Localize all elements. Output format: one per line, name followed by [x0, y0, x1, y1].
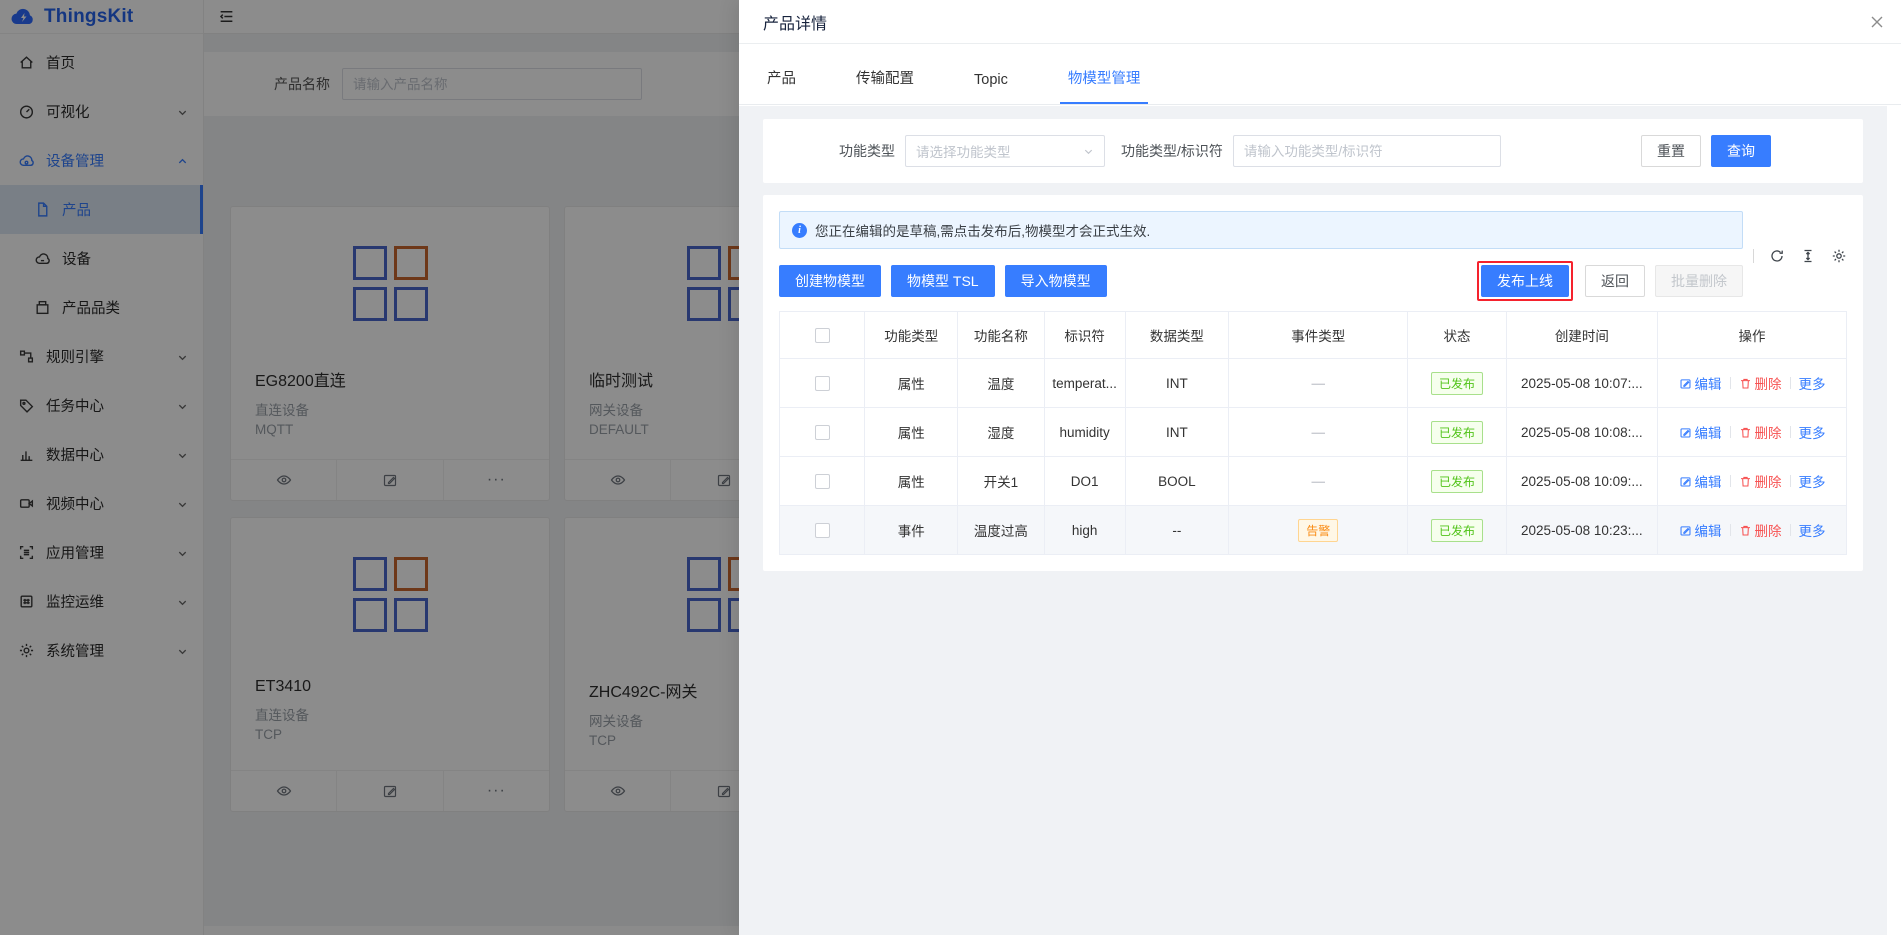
- select-all-checkbox[interactable]: [815, 328, 830, 343]
- model-tsl-button[interactable]: 物模型 TSL: [891, 265, 995, 297]
- delete-link[interactable]: 删除: [1739, 422, 1782, 442]
- col-status: 状态: [1408, 312, 1506, 359]
- thing-model-table: 功能类型 功能名称 标识符 数据类型 事件类型 状态 创建时间 操作 属性 温: [779, 311, 1847, 555]
- more-link[interactable]: 更多: [1799, 520, 1826, 540]
- chevron-down-icon: [1083, 146, 1094, 157]
- status-badge: 已发布: [1431, 470, 1483, 493]
- delete-link[interactable]: 删除: [1739, 373, 1782, 393]
- edit-icon: [1679, 426, 1692, 439]
- publish-online-button[interactable]: 发布上线: [1481, 265, 1569, 297]
- keyword-input[interactable]: [1233, 135, 1501, 167]
- col-created: 创建时间: [1506, 312, 1658, 359]
- empty-dash: —: [1312, 425, 1326, 440]
- table-row: 事件 温度过高 high -- 告警 已发布 2025-05-08 10:23:…: [780, 506, 1847, 555]
- delete-link[interactable]: 删除: [1739, 471, 1782, 491]
- draft-alert: i 您正在编辑的是草稿,需点击发布后,物模型才会正式生效.: [779, 211, 1743, 249]
- drawer-header: 产品详情: [739, 0, 1901, 44]
- status-badge: 已发布: [1431, 372, 1483, 395]
- more-link[interactable]: 更多: [1799, 373, 1826, 393]
- table-row: 属性 温度 temperat... INT — 已发布 2025-05-08 1…: [780, 359, 1847, 408]
- col-actions: 操作: [1658, 312, 1847, 359]
- edit-link[interactable]: 编辑: [1679, 471, 1722, 491]
- tab-product[interactable]: 产品: [763, 67, 800, 104]
- table-row: 属性 湿度 humidity INT — 已发布 2025-05-08 10:0…: [780, 408, 1847, 457]
- table-header-row: 功能类型 功能名称 标识符 数据类型 事件类型 状态 创建时间 操作: [780, 312, 1847, 359]
- empty-dash: —: [1312, 376, 1326, 391]
- modal-overlay[interactable]: [0, 0, 739, 935]
- col-data-type: 数据类型: [1125, 312, 1228, 359]
- row-checkbox[interactable]: [815, 425, 830, 440]
- row-checkbox[interactable]: [815, 376, 830, 391]
- status-badge: 已发布: [1431, 519, 1483, 542]
- row-checkbox[interactable]: [815, 474, 830, 489]
- back-button[interactable]: 返回: [1585, 265, 1645, 297]
- edit-link[interactable]: 编辑: [1679, 422, 1722, 442]
- draft-alert-text: 您正在编辑的是草稿,需点击发布后,物模型才会正式生效.: [815, 220, 1150, 240]
- create-model-button[interactable]: 创建物模型: [779, 265, 881, 297]
- keyword-label: 功能类型/标识符: [1121, 141, 1223, 161]
- filter-panel: 功能类型 请选择功能类型 功能类型/标识符 重置 查询: [763, 119, 1863, 183]
- edit-icon: [1679, 377, 1692, 390]
- edit-icon: [1679, 475, 1692, 488]
- function-type-select[interactable]: 请选择功能类型: [905, 135, 1105, 167]
- drawer-body: 功能类型 请选择功能类型 功能类型/标识符 重置 查询 i 您正在编辑的是草稿,…: [739, 106, 1887, 935]
- col-identifier: 标识符: [1044, 312, 1125, 359]
- trash-icon: [1739, 524, 1752, 537]
- tab-thing-model[interactable]: 物模型管理: [1064, 67, 1145, 104]
- trash-icon: [1739, 475, 1752, 488]
- query-button[interactable]: 查询: [1711, 135, 1771, 167]
- divider: [1753, 249, 1754, 263]
- row-checkbox[interactable]: [815, 523, 830, 538]
- batch-delete-button[interactable]: 批量删除: [1655, 265, 1743, 297]
- info-icon: i: [792, 223, 807, 238]
- table-panel: i 您正在编辑的是草稿,需点击发布后,物模型才会正式生效. 创建物模型 物模型 …: [763, 195, 1863, 571]
- select-placeholder: 请选择功能类型: [916, 141, 1083, 161]
- table-toolbar: 创建物模型 物模型 TSL 导入物模型 发布上线 返回 批量删除: [779, 261, 1743, 301]
- drawer-title: 产品详情: [763, 10, 827, 34]
- col-func-name: 功能名称: [958, 312, 1044, 359]
- col-event-type: 事件类型: [1229, 312, 1408, 359]
- table-row: 属性 开关1 DO1 BOOL — 已发布 2025-05-08 10:09:.…: [780, 457, 1847, 506]
- product-detail-drawer: 产品详情 产品 传输配置 Topic 物模型管理 功能类型 请选择功能类型 功能…: [739, 0, 1901, 935]
- close-icon[interactable]: [1869, 14, 1885, 30]
- delete-link[interactable]: 删除: [1739, 520, 1782, 540]
- drawer-tabs: 产品 传输配置 Topic 物模型管理: [739, 44, 1901, 105]
- col-func-type: 功能类型: [865, 312, 958, 359]
- trash-icon: [1739, 377, 1752, 390]
- function-type-label: 功能类型: [787, 141, 895, 161]
- event-type-badge: 告警: [1298, 519, 1338, 542]
- more-link[interactable]: 更多: [1799, 422, 1826, 442]
- publish-highlight-box: 发布上线: [1477, 261, 1573, 301]
- tab-topic[interactable]: Topic: [970, 72, 1012, 104]
- empty-dash: —: [1312, 474, 1326, 489]
- reset-button[interactable]: 重置: [1641, 135, 1701, 167]
- trash-icon: [1739, 426, 1752, 439]
- tab-transport-config[interactable]: 传输配置: [852, 67, 918, 104]
- table-settings-icons: [1743, 211, 1847, 301]
- edit-link[interactable]: 编辑: [1679, 373, 1722, 393]
- edit-icon: [1679, 524, 1692, 537]
- import-model-button[interactable]: 导入物模型: [1005, 265, 1107, 297]
- more-link[interactable]: 更多: [1799, 471, 1826, 491]
- row-height-icon[interactable]: [1800, 248, 1816, 264]
- column-settings-gear-icon[interactable]: [1831, 248, 1847, 264]
- status-badge: 已发布: [1431, 421, 1483, 444]
- edit-link[interactable]: 编辑: [1679, 520, 1722, 540]
- refresh-icon[interactable]: [1769, 248, 1785, 264]
